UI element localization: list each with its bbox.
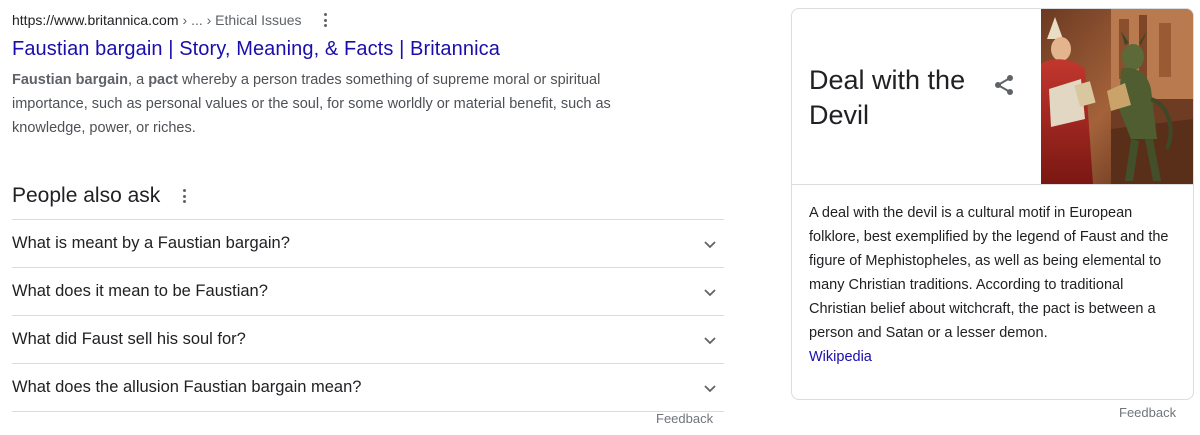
paa-question[interactable]: What does it mean to be Faustian? bbox=[12, 268, 724, 316]
people-also-ask: People also ask What is meant by a Faust… bbox=[12, 180, 724, 412]
question-text: What is meant by a Faustian bargain? bbox=[12, 234, 290, 252]
result-breadcrumb: https://www.britannica.com › ... › Ethic… bbox=[12, 8, 724, 32]
chevron-down-icon bbox=[704, 336, 716, 344]
knowledge-panel: Deal with the Devil A deal with the devi… bbox=[791, 8, 1194, 400]
more-options-icon[interactable] bbox=[324, 13, 328, 27]
description-text: A deal with the devil is a cultural moti… bbox=[809, 205, 1169, 341]
snippet-text: , a bbox=[128, 72, 149, 88]
paa-header: People also ask bbox=[12, 180, 724, 212]
chevron-down-icon bbox=[704, 384, 716, 392]
knowledge-panel-image[interactable] bbox=[1041, 9, 1193, 184]
result-snippet: Faustian bargain, a pact whereby a perso… bbox=[12, 68, 672, 140]
knowledge-panel-header: Deal with the Devil bbox=[792, 9, 1193, 185]
chevron-down-icon bbox=[704, 288, 716, 296]
result-path: › ... › Ethical Issues bbox=[182, 12, 302, 28]
question-text: What does the allusion Faustian bargain … bbox=[12, 378, 362, 396]
more-options-icon[interactable] bbox=[182, 189, 186, 203]
paa-question[interactable]: What does the allusion Faustian bargain … bbox=[12, 364, 724, 412]
knowledge-panel-description: A deal with the devil is a cultural moti… bbox=[809, 201, 1181, 369]
knowledge-panel-feedback-link[interactable]: Feedback bbox=[1119, 405, 1176, 420]
paa-feedback-link[interactable]: Feedback bbox=[656, 411, 713, 426]
question-text: What did Faust sell his soul for? bbox=[12, 330, 246, 348]
search-result: https://www.britannica.com › ... › Ethic… bbox=[12, 8, 724, 140]
paa-title: People also ask bbox=[12, 184, 161, 207]
paa-question[interactable]: What did Faust sell his soul for? bbox=[12, 316, 724, 364]
result-title-link[interactable]: Faustian bargain | Story, Meaning, & Fac… bbox=[12, 36, 724, 62]
question-text: What does it mean to be Faustian? bbox=[12, 282, 268, 300]
knowledge-panel-title: Deal with the Devil bbox=[809, 65, 966, 130]
paa-list: What is meant by a Faustian bargain? Wha… bbox=[12, 219, 724, 412]
wikipedia-source-link[interactable]: Wikipedia bbox=[809, 349, 872, 365]
share-icon[interactable] bbox=[992, 73, 1016, 97]
result-url[interactable]: https://www.britannica.com bbox=[12, 12, 179, 28]
snippet-bold-term: Faustian bargain bbox=[12, 72, 129, 88]
chevron-down-icon bbox=[704, 240, 716, 248]
snippet-bold-term: pact bbox=[148, 72, 179, 88]
paa-question[interactable]: What is meant by a Faustian bargain? bbox=[12, 220, 724, 268]
painting-image bbox=[1041, 9, 1193, 184]
